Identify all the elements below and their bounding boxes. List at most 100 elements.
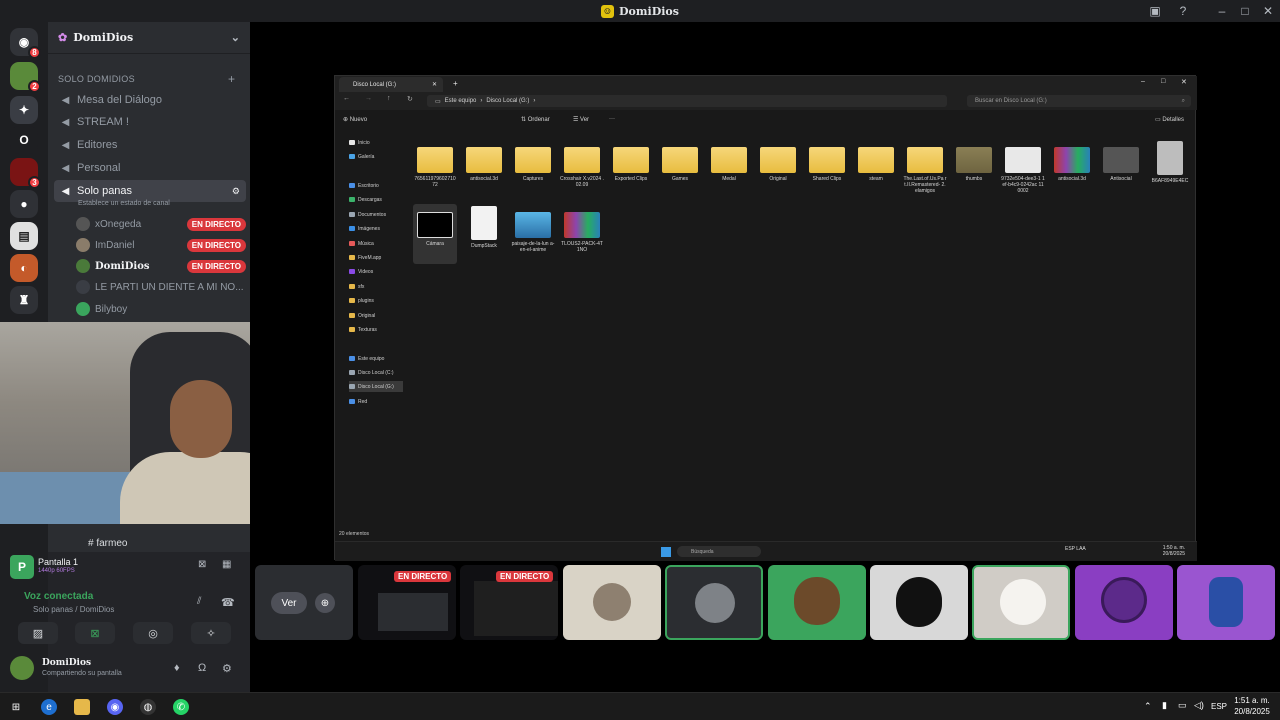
share-screen-button[interactable]: ⊠ xyxy=(75,622,115,644)
stream-tile[interactable]: EN DIRECTO xyxy=(460,565,558,640)
refresh-icon[interactable]: ↻ xyxy=(407,95,413,103)
nav-item[interactable]: FiveM.app xyxy=(349,252,401,263)
nav-item[interactable]: plugins xyxy=(349,295,401,306)
new-button[interactable]: ⊕ Nuevo xyxy=(343,116,367,123)
server-icon[interactable]: 3 xyxy=(10,158,41,189)
user-settings-icon[interactable]: ⚙ xyxy=(222,662,232,675)
participant-tile[interactable] xyxy=(665,565,763,640)
camera-button[interactable]: ▨ xyxy=(18,622,58,644)
back-icon[interactable]: ← xyxy=(343,95,350,102)
avatar[interactable] xyxy=(10,656,34,680)
volume-icon[interactable]: ◁) xyxy=(1194,700,1204,711)
text-channel[interactable]: # farmeo xyxy=(88,538,238,550)
file-explorer-icon[interactable] xyxy=(74,699,90,715)
folder-item[interactable]: Games xyxy=(658,139,702,199)
voice-connected-label[interactable]: Voz conectada xyxy=(24,591,184,603)
breadcrumb-item[interactable]: Disco Local (G:) xyxy=(486,98,529,104)
voice-channel[interactable]: ◀ Editores xyxy=(54,134,246,156)
settings-icon[interactable]: ⚙ xyxy=(232,186,240,197)
close-icon[interactable]: ✕ xyxy=(1181,78,1187,86)
file-item[interactable]: Antisocial xyxy=(1099,139,1143,199)
sort-button[interactable]: ⇅ Ordenar xyxy=(521,116,550,123)
server-icon[interactable]: 2 xyxy=(10,62,41,93)
voice-user[interactable]: xOnegeda EN DIRECTO xyxy=(76,214,246,234)
participant-tile[interactable] xyxy=(1177,565,1275,640)
voice-channel[interactable]: ◀ Mesa del Diálogo xyxy=(54,89,246,111)
up-icon[interactable]: ↑ xyxy=(387,95,391,102)
edge-icon[interactable]: e xyxy=(41,699,57,715)
nav-item-selected[interactable]: Disco Local (G:) xyxy=(349,381,403,392)
breadcrumb[interactable]: ▭ Este equipo › Disco Local (G:) › xyxy=(427,95,947,107)
close-button[interactable]: ✕ xyxy=(1257,2,1279,20)
language-indicator[interactable]: ESP xyxy=(1211,702,1227,711)
file-item[interactable]: 9732e504-dee3-1 1ef-b4c9-0242ac 110002 xyxy=(1001,139,1045,199)
file-item[interactable]: paisaje-de-la-lun a-en-el-anime xyxy=(511,204,555,264)
server-header[interactable]: ✿ DomiDios ⌄ xyxy=(48,22,250,54)
server-icon[interactable]: ◐ xyxy=(10,254,38,282)
windows-start-icon[interactable]: ⊞ xyxy=(8,699,24,715)
view-button[interactable]: Ver xyxy=(271,592,307,614)
more-icon[interactable]: ··· xyxy=(609,116,615,122)
folder-item[interactable]: Captures xyxy=(511,139,555,199)
folder-item[interactable]: Original xyxy=(756,139,800,199)
headphones-icon[interactable]: Ω xyxy=(198,662,206,674)
maximize-icon[interactable]: □ xyxy=(1161,78,1165,85)
nav-item[interactable]: Escritorio xyxy=(349,180,401,191)
stream-tile[interactable]: EN DIRECTO xyxy=(358,565,456,640)
direct-messages-icon[interactable]: ◉ 8 xyxy=(10,28,41,59)
server-icon[interactable]: ✦ xyxy=(10,96,38,124)
chevron-up-icon[interactable]: ⌃ xyxy=(1144,701,1152,712)
forward-icon[interactable]: → xyxy=(365,95,372,102)
file-item[interactable]: antisocial.3d xyxy=(1050,139,1094,199)
file-item[interactable]: TLOUS2-PACK-4T 1NO xyxy=(560,204,604,264)
voice-user[interactable]: DomiDios EN DIRECTO xyxy=(76,256,246,276)
folder-item[interactable]: Medal xyxy=(707,139,751,199)
nav-item[interactable]: Este equipo xyxy=(349,353,401,364)
search-input[interactable]: Buscar en Disco Local (G:) ⌕ xyxy=(967,95,1191,107)
soundboard-button[interactable]: ✧ xyxy=(191,622,231,644)
whatsapp-icon[interactable]: ✆ xyxy=(173,699,189,715)
server-icon[interactable]: ▤ xyxy=(10,222,38,250)
folder-item[interactable]: antisocial.3d xyxy=(462,139,506,199)
nav-item[interactable]: Original xyxy=(349,310,401,321)
shared-screen-explorer[interactable]: Disco Local (G:) ✕ + – □ ✕ ← → ↑ ↻ ▭ Este… xyxy=(334,75,1197,561)
nav-item[interactable]: Música xyxy=(349,238,401,249)
nav-item[interactable]: Texturas xyxy=(349,324,401,335)
breadcrumb-item[interactable]: Este equipo xyxy=(445,98,477,104)
folder-item[interactable]: Exported Clips xyxy=(609,139,653,199)
voice-channel[interactable]: ◀ STREAM ! xyxy=(54,111,246,133)
voice-channel-active[interactable]: ◀ Solo panas ⚙ xyxy=(54,180,246,202)
disconnect-icon[interactable]: ☎ xyxy=(221,596,235,609)
voice-channel-path[interactable]: Solo panas / DomiDios xyxy=(33,605,193,615)
folder-item[interactable]: The.Last.of.Us.Pa rt.II.Remastered- 2.el… xyxy=(903,139,947,199)
participant-tile[interactable] xyxy=(563,565,661,640)
voice-user[interactable]: Bilyboy xyxy=(76,299,246,319)
nav-item[interactable]: Videos xyxy=(349,266,401,277)
discord-icon[interactable]: ◉ xyxy=(107,699,123,715)
nav-item[interactable]: Inicio xyxy=(349,137,401,148)
add-channel-icon[interactable]: + xyxy=(228,72,235,86)
usb-icon[interactable]: ▮ xyxy=(1162,700,1167,711)
folder-item[interactable]: steam xyxy=(854,139,898,199)
network-icon[interactable]: ▭ xyxy=(1178,700,1187,711)
nav-item[interactable]: Galería xyxy=(349,151,401,162)
help-icon[interactable]: ? xyxy=(1172,2,1194,20)
new-tab-icon[interactable]: + xyxy=(453,79,458,88)
file-item[interactable]: DumpStack xyxy=(462,204,506,264)
voice-user[interactable]: LE PARTI UN DIENTE A MI NO... xyxy=(76,277,246,297)
nav-item[interactable]: sfx xyxy=(349,281,401,292)
maximize-button[interactable]: □ xyxy=(1234,2,1256,20)
voice-user[interactable]: ImDaniel EN DIRECTO xyxy=(76,235,246,255)
minimize-icon[interactable]: – xyxy=(1141,78,1145,85)
nav-item[interactable]: Descargas xyxy=(349,194,401,205)
participant-tile[interactable] xyxy=(768,565,866,640)
server-icon[interactable]: ♜ xyxy=(10,286,38,314)
participant-tile[interactable] xyxy=(870,565,968,640)
server-icon[interactable]: O xyxy=(10,126,38,154)
close-tab-icon[interactable]: ✕ xyxy=(432,81,437,88)
voice-channel[interactable]: ◀ Personal xyxy=(54,157,246,179)
noise-suppression-icon[interactable]: ⫽ xyxy=(197,596,201,607)
microphone-icon[interactable]: ♦ xyxy=(174,662,180,674)
view-button[interactable]: ☰ Ver xyxy=(573,116,589,123)
stream-settings-icon[interactable]: ▦ xyxy=(222,559,231,570)
